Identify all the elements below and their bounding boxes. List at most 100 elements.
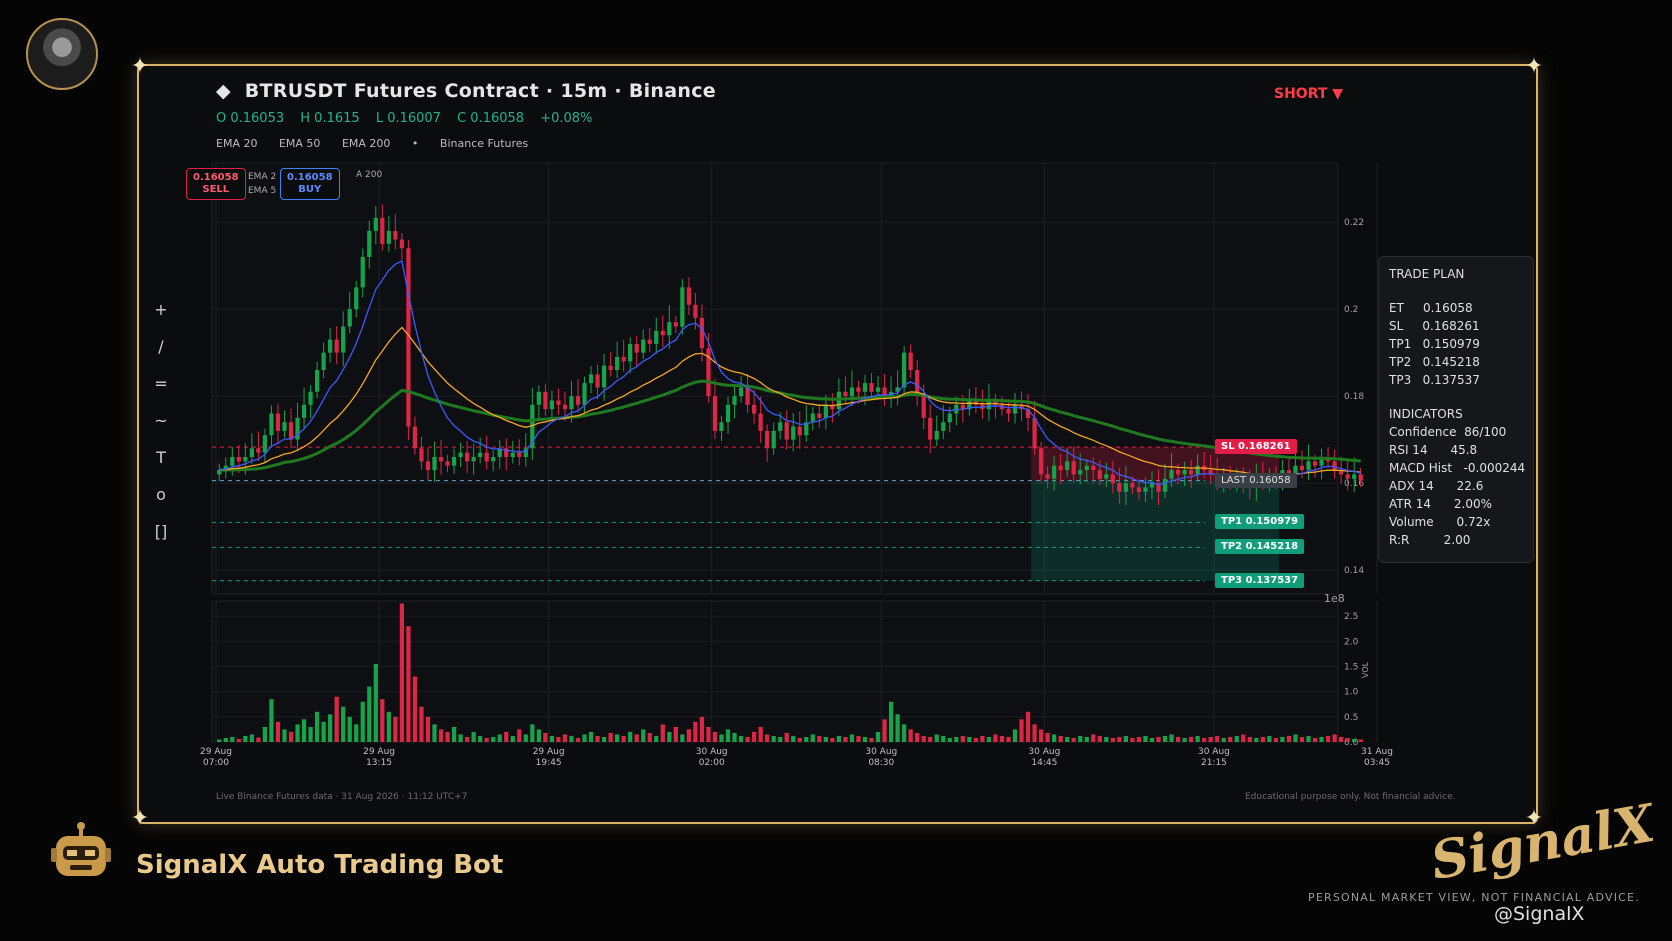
candle-body bbox=[1058, 465, 1063, 471]
volume-bar bbox=[915, 732, 920, 742]
ghost-legend-ema50: EMA 5 bbox=[248, 186, 277, 196]
robot-mascot-icon bbox=[51, 822, 111, 876]
candle-body bbox=[1117, 483, 1122, 492]
candle-body bbox=[1143, 487, 1148, 492]
sell-price: 0.16058 bbox=[193, 172, 239, 183]
volume-bar bbox=[1319, 736, 1324, 742]
volume-bar bbox=[275, 721, 281, 742]
volume-bar bbox=[1312, 737, 1318, 742]
candle-body bbox=[321, 352, 326, 371]
volume-bar bbox=[1097, 735, 1102, 742]
volume-bar bbox=[1143, 735, 1148, 742]
volume-tick-label: 1.5 bbox=[1344, 662, 1358, 672]
candle-body bbox=[1006, 409, 1011, 414]
time-tick-label: 29 Aug bbox=[200, 747, 232, 757]
volume-bar bbox=[1078, 735, 1083, 742]
candle-body bbox=[464, 452, 470, 462]
volume-bar bbox=[830, 737, 835, 742]
volume-bar bbox=[654, 735, 659, 742]
candle-body bbox=[1078, 470, 1083, 475]
volume-bar bbox=[693, 721, 698, 742]
candle-body bbox=[667, 322, 672, 336]
buy-button[interactable]: 0.16058 BUY bbox=[280, 168, 340, 200]
candle-body bbox=[686, 287, 691, 305]
time-tick-label: 13:15 bbox=[366, 758, 392, 768]
volume-bar bbox=[360, 701, 365, 742]
volume-bar bbox=[921, 735, 926, 742]
candle-body bbox=[1130, 483, 1135, 488]
candle-body bbox=[282, 422, 287, 431]
candle-body bbox=[451, 457, 457, 466]
candle-body bbox=[1169, 470, 1174, 479]
volume-bar bbox=[445, 731, 450, 742]
volume-bar bbox=[1332, 734, 1337, 742]
trade-plan-tp3: TP3 0.137537 bbox=[1389, 373, 1480, 387]
volume-bar bbox=[510, 735, 515, 742]
candle-body bbox=[262, 435, 268, 453]
volume-bar bbox=[1156, 736, 1161, 742]
volume-bar bbox=[751, 731, 757, 742]
tp3-level-label: TP3 0.137537 bbox=[1215, 572, 1305, 588]
candle-body bbox=[491, 457, 496, 462]
volume-bar bbox=[536, 729, 541, 742]
time-tick-label: 30 Aug bbox=[1198, 747, 1230, 757]
brand-title: SignalX Auto Trading Bot bbox=[136, 850, 504, 880]
indicator-atr: ATR 14 2.00% bbox=[1389, 497, 1493, 511]
volume-bar bbox=[1038, 729, 1044, 742]
candle-body bbox=[1299, 465, 1305, 471]
volume-bar bbox=[1202, 737, 1207, 742]
price-tick-label: 0.14 bbox=[1344, 566, 1364, 576]
candle-body bbox=[595, 374, 600, 388]
candle-body bbox=[725, 404, 731, 423]
volume-bar bbox=[256, 737, 261, 742]
candle-body bbox=[1312, 461, 1318, 466]
candle-body bbox=[543, 391, 548, 410]
candle-body bbox=[275, 413, 281, 431]
sell-button[interactable]: 0.16058 SELL bbox=[186, 168, 246, 200]
volume-bar bbox=[1084, 736, 1089, 742]
candle-body bbox=[556, 400, 561, 405]
trade-plan-sl: SL 0.168261 bbox=[1389, 319, 1480, 333]
candle-body bbox=[1110, 474, 1115, 484]
candle-body bbox=[693, 304, 698, 318]
volume-bar bbox=[1358, 739, 1363, 742]
volume-bar bbox=[523, 734, 528, 742]
volume-bar bbox=[569, 735, 574, 742]
volume-bar bbox=[875, 731, 881, 742]
candle-body bbox=[1104, 474, 1109, 479]
volume-bar bbox=[954, 736, 959, 742]
volume-bar bbox=[817, 735, 822, 742]
volume-bar bbox=[367, 686, 372, 742]
candle-body bbox=[908, 352, 913, 371]
candle-body bbox=[751, 404, 757, 414]
candle-body bbox=[510, 452, 515, 458]
candle-body bbox=[269, 413, 274, 436]
candle-body bbox=[784, 422, 789, 440]
trade-plan-heading: TRADE PLAN bbox=[1389, 267, 1465, 281]
volume-bar bbox=[451, 726, 457, 742]
volume-bar bbox=[738, 735, 744, 742]
last-price-label: LAST 0.16058 bbox=[1215, 472, 1297, 488]
volume-bar bbox=[771, 735, 776, 742]
candle-body bbox=[856, 387, 861, 392]
volume-bar bbox=[1065, 736, 1070, 742]
indicator-rsi: RSI 14 45.8 bbox=[1389, 443, 1478, 457]
volume-bar bbox=[1045, 732, 1050, 742]
volume-bar bbox=[836, 735, 842, 742]
candle-body bbox=[1084, 465, 1089, 471]
candle-body bbox=[1123, 483, 1129, 492]
candle-body bbox=[399, 239, 405, 249]
candle-body bbox=[810, 413, 815, 423]
volume-bar bbox=[993, 734, 998, 742]
volume-bar bbox=[941, 735, 946, 742]
candle-body bbox=[797, 426, 802, 436]
volume-bar bbox=[810, 734, 815, 742]
time-tick-label: 07:00 bbox=[203, 758, 229, 768]
volume-bar bbox=[1136, 736, 1142, 742]
volume-bar bbox=[1228, 736, 1233, 742]
volume-bar bbox=[595, 735, 600, 742]
candle-body bbox=[1045, 474, 1050, 479]
volume-bar bbox=[301, 719, 307, 742]
candle-body bbox=[615, 356, 620, 371]
candle-body bbox=[699, 317, 705, 349]
